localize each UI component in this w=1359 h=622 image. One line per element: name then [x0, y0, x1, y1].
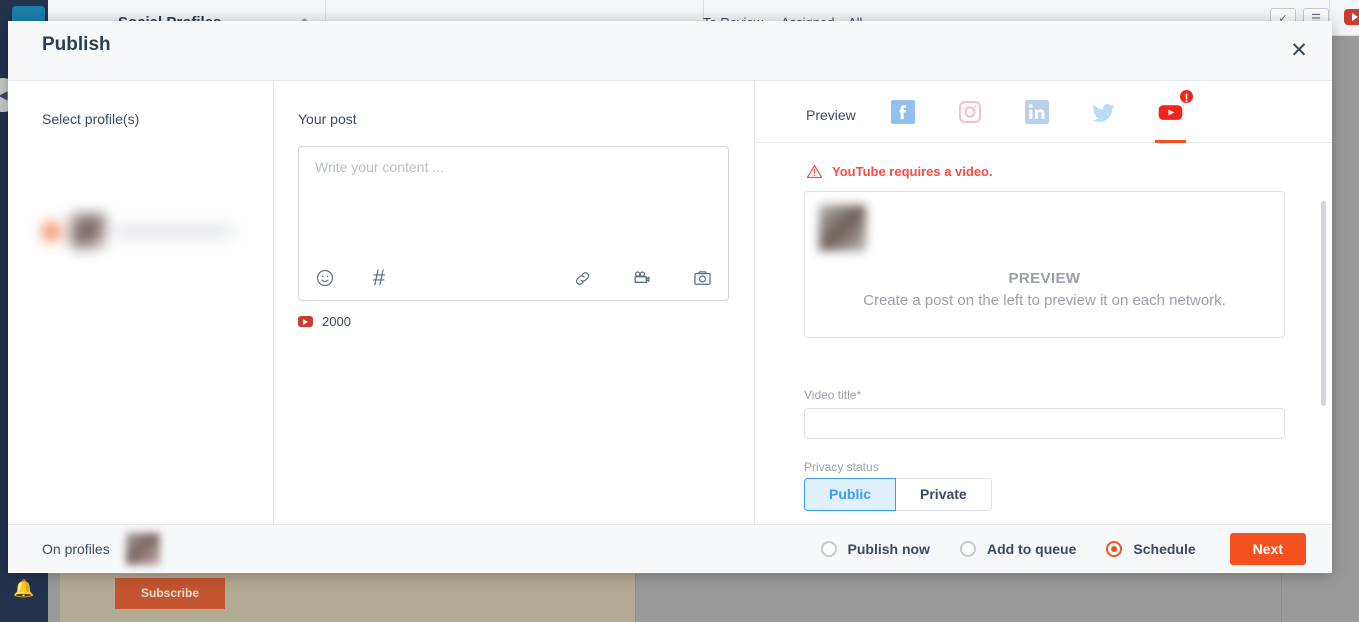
your-post-heading: Your post — [298, 111, 357, 127]
footer-actions: Publish now Add to queue Schedule Next — [820, 532, 1306, 565]
video-title-input[interactable] — [804, 408, 1285, 439]
sidebar-bell-icon[interactable]: 🔔 — [0, 580, 48, 597]
radio-publish-now[interactable]: Publish now — [820, 540, 930, 557]
twitter-icon — [1092, 103, 1115, 122]
camera-icon[interactable] — [690, 266, 714, 290]
warning-message: YouTube requires a video. — [806, 163, 993, 180]
network-tab-youtube[interactable]: ! — [1153, 81, 1195, 143]
hashtag-icon[interactable]: # — [367, 266, 391, 290]
warning-triangle-icon — [806, 164, 823, 179]
character-counter: 2000 — [298, 314, 351, 329]
instagram-icon — [958, 101, 981, 123]
modal-header: Publish ✕ — [8, 21, 1332, 81]
select-profiles-column: Select profile(s) — [8, 81, 274, 524]
on-profiles-group: On profiles — [42, 532, 160, 565]
composer-tools-left: # — [313, 266, 391, 290]
video-title-label: Video title* — [804, 388, 862, 402]
network-tab-instagram[interactable] — [952, 81, 987, 143]
composer-placeholder: Write your content ... — [315, 159, 444, 175]
preview-thumbnail — [819, 205, 866, 251]
preview-scrollbar[interactable] — [1321, 201, 1326, 406]
avatar — [125, 532, 160, 565]
network-tab-linkedin[interactable] — [1019, 81, 1054, 143]
radio-icon — [820, 540, 837, 557]
profile-checkbox[interactable] — [42, 221, 61, 241]
preview-label: Preview — [806, 107, 856, 123]
radio-schedule[interactable]: Schedule — [1106, 540, 1196, 557]
close-icon[interactable]: ✕ — [1284, 36, 1314, 66]
network-tab-facebook[interactable] — [885, 81, 920, 143]
facebook-icon — [890, 100, 915, 124]
preview-box: PREVIEW Create a post on the left to pre… — [804, 191, 1285, 338]
network-tabs: ! — [885, 81, 1195, 143]
preview-subtitle: Create a post on the left to preview it … — [863, 292, 1226, 309]
privacy-option-private[interactable]: Private — [896, 478, 992, 511]
profile-list-item[interactable] — [42, 209, 232, 253]
warning-text: YouTube requires a video. — [832, 164, 993, 179]
on-profiles-label: On profiles — [42, 540, 110, 557]
link-icon[interactable] — [570, 266, 594, 290]
preview-title: PREVIEW — [1008, 270, 1081, 287]
next-button[interactable]: Next — [1229, 532, 1306, 565]
privacy-option-public[interactable]: Public — [804, 478, 897, 511]
network-tab-twitter[interactable] — [1086, 81, 1121, 143]
youtube-icon — [298, 316, 313, 327]
privacy-status-toggle: Public Private — [804, 478, 992, 511]
preview-scroll-area: YouTube requires a video. PREVIEW Create… — [755, 143, 1332, 524]
subscribe-button[interactable]: Subscribe — [115, 578, 225, 609]
modal-title: Publish — [42, 34, 111, 56]
modal-footer: On profiles Publish now Add to queue Sch… — [8, 524, 1332, 572]
error-badge: ! — [1178, 88, 1195, 105]
radio-icon — [959, 540, 976, 557]
avatar — [71, 214, 105, 248]
radio-icon — [1106, 540, 1123, 557]
video-camera-icon[interactable] — [630, 266, 654, 290]
select-profiles-heading: Select profile(s) — [42, 111, 140, 127]
publish-modal: Publish ✕ Select profile(s) Your post Wr… — [8, 21, 1332, 573]
youtube-icon[interactable] — [1344, 9, 1359, 25]
your-post-column: Your post Write your content ... # 2000 — [274, 81, 755, 524]
radio-label: Publish now — [847, 540, 930, 557]
modal-body: Select profile(s) Your post Write your c… — [8, 81, 1332, 524]
preview-header: Preview ! — [755, 81, 1332, 143]
radio-add-to-queue[interactable]: Add to queue — [959, 540, 1077, 557]
post-composer[interactable]: Write your content ... # — [298, 146, 729, 301]
radio-label: Schedule — [1133, 540, 1196, 557]
preview-column: Preview ! YouTube requires a video. PREV… — [755, 81, 1332, 524]
character-count: 2000 — [322, 314, 351, 329]
profile-name — [115, 225, 232, 237]
radio-label: Add to queue — [986, 540, 1077, 557]
emoji-icon[interactable] — [313, 266, 337, 290]
linkedin-icon — [1024, 100, 1049, 124]
privacy-status-label: Privacy status — [804, 460, 879, 474]
composer-tools-right — [570, 266, 714, 290]
